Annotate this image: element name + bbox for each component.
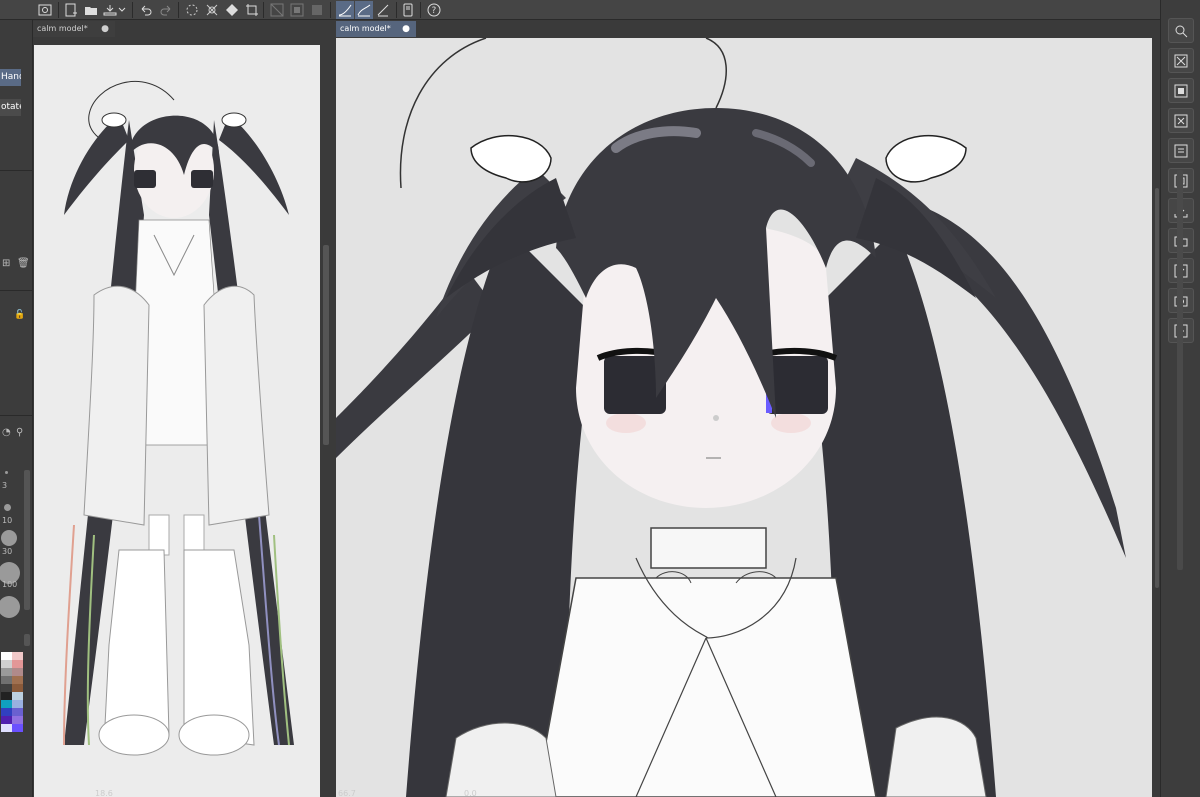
device-icon[interactable]: [399, 1, 417, 19]
layer-delete-icon[interactable]: [1168, 108, 1194, 133]
tab-calm-model-main[interactable]: calm model* ●: [336, 21, 416, 37]
transform-icon[interactable]: [203, 1, 221, 19]
undo-icon[interactable]: [137, 1, 155, 19]
tool-property-panel: Hand otate ⊞ 🗑 🔓 ◔ ⚲ 3 10 30 100: [0, 20, 33, 797]
ruler-icon[interactable]: [308, 1, 326, 19]
fill-icon[interactable]: [223, 1, 241, 19]
main-zoom-readout[interactable]: 66.7: [338, 789, 356, 797]
main-angle-readout[interactable]: 0.0: [464, 789, 477, 797]
right-scrollbar[interactable]: [1177, 170, 1183, 570]
unsaved-indicator: ●: [101, 24, 109, 34]
app-window: ? Hand otate ⊞ 🗑 🔓 ◔ ⚲ 3 10 30 100: [0, 0, 1200, 797]
brush-size-preset[interactable]: [0, 596, 20, 618]
brush-size-label: 10: [2, 516, 13, 525]
open-icon[interactable]: [82, 1, 100, 19]
command-toolbar: ?: [0, 0, 1160, 20]
color-palette[interactable]: [1, 652, 23, 732]
tool-hand[interactable]: Hand: [0, 69, 21, 86]
loading-icon[interactable]: [183, 1, 201, 19]
pen-pressure-icon[interactable]: [374, 1, 392, 19]
navigator-zoom-readout[interactable]: 18.6: [95, 789, 113, 797]
layer-clear-icon[interactable]: [1168, 48, 1194, 73]
full-body-artwork: [63, 81, 294, 756]
layer-copy-icon[interactable]: [1168, 78, 1194, 103]
app-icon[interactable]: [36, 1, 54, 19]
navigator-canvas[interactable]: [34, 45, 320, 797]
crop-icon[interactable]: [243, 1, 261, 19]
svg-text:?: ?: [432, 6, 437, 16]
new-icon[interactable]: [62, 1, 80, 19]
tab-label: calm model*: [37, 24, 88, 33]
chevron-down-icon[interactable]: [116, 1, 128, 19]
sub-view-pane: calm model* ● 18.6: [33, 20, 333, 797]
clock-icon[interactable]: ◔: [2, 427, 11, 438]
brush-scrollbar[interactable]: [24, 470, 30, 610]
tab-label: calm model*: [340, 24, 391, 33]
layer-command-bar: [1160, 0, 1200, 797]
navigator-scrollbar[interactable]: [321, 45, 331, 797]
brush-size-preset[interactable]: [5, 471, 8, 474]
tool-rotate[interactable]: otate: [0, 99, 21, 116]
help-icon[interactable]: ?: [425, 1, 443, 19]
snap-off-icon[interactable]: [268, 1, 286, 19]
layer-merge-icon[interactable]: [1168, 138, 1194, 163]
brush-size-label: 3: [2, 481, 8, 490]
brush-size-preset[interactable]: [1, 530, 17, 546]
portrait-artwork: [336, 38, 1126, 797]
search-icon[interactable]: [1168, 18, 1194, 43]
tab-calm-model[interactable]: calm model* ●: [33, 21, 115, 37]
brush-size-label: 30: [2, 547, 13, 556]
trash-icon[interactable]: 🗑: [17, 258, 30, 269]
main-view-pane: calm model* ● 66.7 0.0: [334, 20, 1160, 797]
unsaved-indicator: ●: [402, 24, 410, 34]
lock-icon[interactable]: 🔓: [14, 310, 25, 320]
add-icon[interactable]: ⊞: [2, 258, 10, 269]
snap-icon[interactable]: [288, 1, 306, 19]
brush-size-label: 100: [2, 580, 18, 589]
stabilizer-curve-icon[interactable]: [336, 1, 354, 19]
stabilizer-pen-icon[interactable]: [355, 1, 373, 19]
redo-icon[interactable]: [157, 1, 175, 19]
zoom-tool-icon[interactable]: ⚲: [16, 427, 23, 438]
main-canvas[interactable]: [336, 38, 1152, 797]
brush-size-preset[interactable]: [4, 504, 11, 511]
palette-scroll-up[interactable]: [24, 634, 30, 646]
